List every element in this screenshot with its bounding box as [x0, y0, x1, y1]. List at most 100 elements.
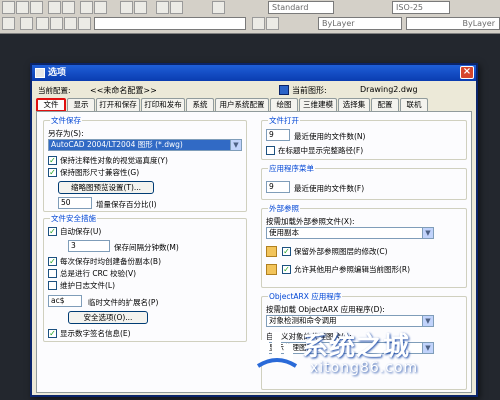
lightbulb-icon[interactable]: [36, 17, 49, 30]
crc-label: 总是进行 CRC 校验(V): [60, 269, 137, 278]
new-icon[interactable]: [2, 1, 15, 14]
cad-toolbar: Standard ISO-25 ByLayer ByLayer: [0, 0, 500, 34]
log-file-label: 维护日志文件(L): [60, 281, 116, 290]
autosave-label: 自动保存(U): [60, 227, 102, 236]
objectarx-demand-value: 对象检测和命令调用: [269, 316, 337, 325]
current-profile-label: 当前配置:: [38, 86, 71, 95]
layer-previous-icon[interactable]: [266, 17, 279, 30]
chevron-down-icon: ▼: [422, 228, 433, 238]
tab-plot-publish[interactable]: 打印和发布: [141, 98, 185, 111]
current-drawing-label: 当前图形:: [292, 86, 327, 95]
autosave-minutes-input[interactable]: 3: [68, 240, 110, 252]
tab-drafting[interactable]: 绘图: [270, 98, 298, 111]
recent-files-label: 最近使用的文件数(N): [294, 132, 366, 141]
print-icon[interactable]: [48, 1, 61, 14]
checkmark-icon: ✓: [282, 265, 291, 274]
empty-checkbox-icon: [266, 146, 275, 155]
tab-display[interactable]: 显示: [67, 98, 95, 111]
watermark-url: xitong86.com: [310, 360, 419, 376]
backup-copy-label: 每次保存时均创建备份副本(B): [60, 257, 161, 266]
color-square-icon[interactable]: [78, 17, 91, 30]
tab-user-preferences[interactable]: 用户系统配置: [215, 98, 269, 111]
temp-ext-label: 临时文件的扩展名(P): [88, 298, 159, 307]
undo-icon[interactable]: [120, 1, 133, 14]
app-menu-title: 应用程序菜单: [268, 163, 315, 174]
log-file-checkbox[interactable]: 维护日志文件(L): [48, 281, 115, 291]
objectarx-demand-label: 按需加载 ObjectARX 应用程序(D):: [266, 305, 385, 314]
xref-layer-icon: [266, 246, 277, 257]
current-drawing-value: Drawing2.dwg: [360, 85, 418, 94]
tab-open-save[interactable]: 打开和保存: [96, 98, 140, 111]
crc-checkbox[interactable]: 总是进行 CRC 校验(V): [48, 269, 136, 279]
tab-system[interactable]: 系统: [186, 98, 214, 111]
layer-manager-icon[interactable]: [2, 17, 15, 30]
open-icon[interactable]: [16, 1, 29, 14]
preview-icon[interactable]: [62, 1, 75, 14]
copy-icon[interactable]: [94, 1, 107, 14]
checkmark-icon: ✓: [48, 156, 57, 165]
watermark-title: 系统之城: [302, 332, 411, 362]
toolbar-row-layers: ByLayer ByLayer: [0, 17, 500, 32]
toolbar-row-standard: Standard ISO-25: [0, 1, 500, 16]
tab-3d-modeling[interactable]: 三维建模: [299, 98, 337, 111]
incremental-save-input[interactable]: 50: [58, 197, 92, 209]
save-icon[interactable]: [30, 1, 43, 14]
app-recent-input[interactable]: 9: [266, 181, 290, 193]
objectarx-title: ObjectARX 应用程序: [268, 291, 343, 302]
redo-icon[interactable]: [134, 1, 147, 14]
digital-signature-checkbox[interactable]: ✓ 显示数字签名信息(E): [48, 329, 131, 339]
backup-copy-checkbox[interactable]: ✓ 每次保存时均创建备份副本(B): [48, 257, 161, 267]
linetype-combo[interactable]: ByLayer: [406, 17, 500, 30]
thumbnail-settings-button[interactable]: 缩略图预览设置(T)...: [58, 181, 154, 194]
checkmark-icon: ✓: [48, 329, 57, 338]
text-style-combo[interactable]: Standard: [268, 1, 334, 14]
retain-xref-changes-label: 保留外部参照图层的修改(C): [294, 247, 388, 256]
pan-icon[interactable]: [156, 1, 169, 14]
tab-profiles[interactable]: 配置: [371, 98, 399, 111]
color-combo[interactable]: ByLayer: [318, 17, 402, 30]
retain-xref-changes-checkbox[interactable]: ✓ 保留外部参照图层的修改(C): [282, 247, 388, 257]
dialog-title: 选项: [48, 68, 67, 78]
saveas-select[interactable]: AutoCAD 2004/LT2004 图形 (*.dwg) ▼: [48, 139, 242, 151]
empty-checkbox-icon: [48, 269, 57, 278]
saveas-label: 另存为(S):: [48, 129, 84, 138]
security-options-button[interactable]: 安全选项(O)...: [68, 311, 148, 324]
tab-online[interactable]: 联机: [400, 98, 428, 111]
profile-row: 当前配置: <<未命名配置>> 当前图形: Drawing2.dwg: [32, 85, 476, 97]
allow-xref-edit-label: 允许其他用户参照编辑当前图形(R): [294, 265, 411, 274]
drawing-size-compat-checkbox[interactable]: ✓ 保持图形尺寸兼容性(G): [48, 168, 139, 178]
allow-xref-edit-checkbox[interactable]: ✓ 允许其他用户参照编辑当前图形(R): [282, 265, 410, 275]
xref-group: 外部参照 按需加载外部参照文件(X): 使用副本 ▼ ✓ 保留外部参照图层的修改…: [261, 203, 467, 288]
zoom-icon[interactable]: [170, 1, 183, 14]
sun-icon[interactable]: [50, 17, 63, 30]
cut-icon[interactable]: [80, 1, 93, 14]
drawing-file-icon: [279, 85, 289, 95]
tab-selection[interactable]: 选择集: [338, 98, 370, 111]
app-recent-label: 最近使用的文件数(F): [294, 184, 365, 193]
properties-icon[interactable]: [212, 1, 225, 14]
autosave-checkbox[interactable]: ✓ 自动保存(U): [48, 227, 101, 237]
make-current-icon[interactable]: [252, 17, 265, 30]
temp-ext-input[interactable]: ac$: [48, 295, 82, 307]
close-button[interactable]: ×: [460, 66, 474, 79]
chevron-down-icon: ▼: [422, 343, 433, 353]
annotative-fidelity-checkbox[interactable]: ✓ 保持注释性对象的视觉逼真度(Y): [48, 156, 168, 166]
checkmark-icon: ✓: [282, 247, 291, 256]
annotative-fidelity-label: 保持注释性对象的视觉逼真度(Y): [60, 156, 168, 165]
full-path-checkbox[interactable]: 在标题中显示完整路径(F): [266, 146, 363, 156]
layer-state-icon[interactable]: [20, 17, 33, 30]
file-open-group: 文件打开 9 最近使用的文件数(N) 在标题中显示完整路径(F): [261, 115, 467, 160]
tab-files[interactable]: 文件: [36, 98, 66, 112]
dialog-titlebar[interactable]: 选项 ×: [32, 65, 476, 81]
dim-style-combo[interactable]: ISO-25: [392, 1, 450, 14]
incremental-save-label: 增量保存百分比(I): [96, 200, 157, 209]
recent-files-input[interactable]: 9: [266, 129, 290, 141]
layer-combo[interactable]: [94, 17, 246, 30]
options-dialog: 选项 × 当前配置: <<未命名配置>> 当前图形: Drawing2.dwg …: [30, 63, 478, 397]
full-path-label: 在标题中显示完整路径(F): [278, 146, 364, 155]
xref-edit-icon: [266, 264, 277, 275]
xref-demand-select[interactable]: 使用副本 ▼: [266, 227, 434, 239]
xref-demand-label: 按需加载外部参照文件(X):: [266, 217, 355, 226]
lock-icon[interactable]: [64, 17, 77, 30]
saveas-value: AutoCAD 2004/LT2004 图形 (*.dwg): [51, 140, 183, 149]
